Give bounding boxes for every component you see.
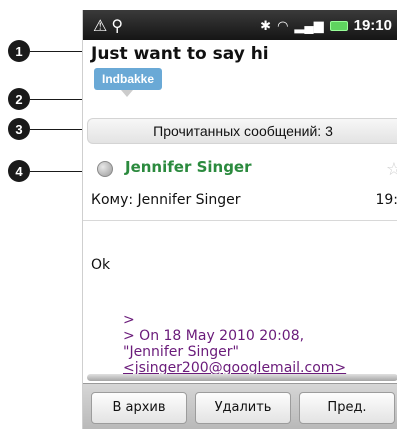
- status-bar: ⚠⚲ ✱ ◠ ▂▄▆ 19:10: [83, 10, 397, 40]
- horizontal-scrollbar[interactable]: [87, 374, 397, 381]
- sender-row[interactable]: Jennifer Singer ☆: [83, 153, 397, 183]
- callout-3: 3: [8, 118, 30, 140]
- wifi-icon: ◠: [277, 17, 289, 33]
- recipient-row: Кому: Jennifer Singer 19:: [91, 192, 397, 208]
- usb-icon: ⚲: [111, 18, 128, 35]
- star-icon[interactable]: ☆: [386, 159, 397, 180]
- previous-button[interactable]: Пред.: [299, 392, 395, 424]
- callout-1-leader: [30, 51, 88, 52]
- status-time: 19:10: [353, 17, 392, 34]
- callout-2: 2: [8, 88, 30, 110]
- recipient-label: Кому: Jennifer Singer: [91, 192, 241, 208]
- sender-name[interactable]: Jennifer Singer: [125, 158, 252, 176]
- archive-button[interactable]: В архив: [91, 392, 187, 424]
- callout-1: 1: [8, 40, 30, 62]
- quoted-text: > > On 18 May 2010 20:08, "Jennifer Sing…: [123, 312, 346, 376]
- header-divider: [83, 220, 397, 221]
- quoted-line: >: [123, 312, 135, 328]
- phone-screen: ⚠⚲ ✱ ◠ ▂▄▆ 19:10 Just want to say hi Ind…: [82, 10, 397, 429]
- warning-icon: ⚠: [93, 18, 112, 35]
- quoted-line: "Jennifer Singer": [123, 344, 239, 360]
- message-body: Ok: [91, 257, 111, 273]
- quoted-line: > On 18 May 2010 20:08,: [123, 328, 305, 344]
- message-subject: Just want to say hi: [91, 44, 269, 64]
- folder-tag[interactable]: Indbakke: [94, 68, 163, 90]
- status-right-icons: ✱ ◠ ▂▄▆ 19:10: [260, 17, 392, 34]
- signal-icon: ▂▄▆: [294, 17, 324, 33]
- read-messages-bar[interactable]: Прочитанных сообщений: 3: [87, 118, 397, 144]
- battery-icon: [329, 20, 348, 31]
- status-left-icons: ⚠⚲: [93, 16, 127, 36]
- callout-4: 4: [8, 160, 30, 182]
- delete-button[interactable]: Удалить: [195, 392, 291, 424]
- message-time: 19:: [375, 192, 397, 208]
- callout-3-leader: [30, 129, 88, 130]
- bluetooth-icon: ✱: [260, 17, 272, 33]
- bottom-action-bar: В архив Удалить Пред.: [83, 383, 397, 429]
- presence-status-icon: [97, 161, 113, 177]
- folder-tag-pointer-icon: [121, 90, 133, 97]
